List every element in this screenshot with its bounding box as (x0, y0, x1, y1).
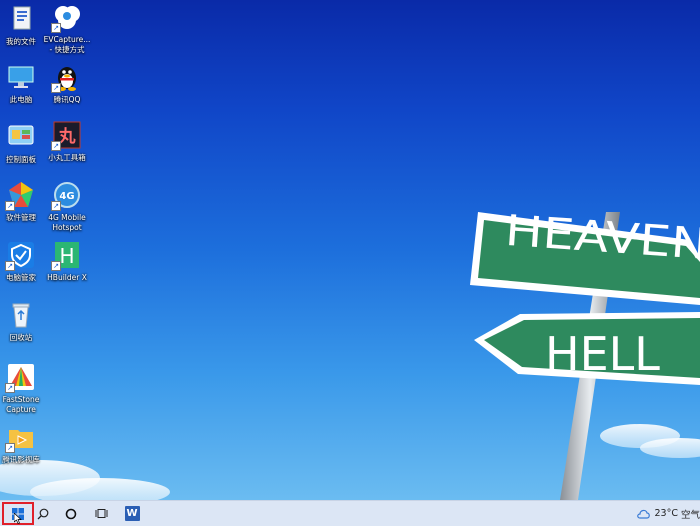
desktop-icon-hbuilderx[interactable]: H ↗ HBuilder X (38, 240, 96, 283)
shortcut-arrow-icon: ↗ (51, 141, 61, 151)
system-tray: 23°C 空气 (637, 501, 700, 526)
folder-document-icon (6, 4, 36, 34)
shortcut-arrow-icon: ↗ (5, 261, 15, 271)
video-folder-icon: ↗ (6, 422, 36, 452)
cortana-button[interactable] (60, 501, 82, 526)
weather-cloud-icon[interactable] (637, 508, 651, 520)
desktop[interactable]: HEAVEN HELL 我的文件 此电脑 控制面板 ↗ 软件管理 (0, 0, 700, 500)
desktop-icon-label: EVCapture... - 快捷方式 (38, 35, 96, 55)
desktop-icon-tencent-video[interactable]: ↗ 腾讯影视库 (0, 422, 50, 465)
desktop-icon-label: 腾讯QQ (38, 95, 96, 105)
shortcut-arrow-icon: ↗ (51, 23, 61, 33)
wallpaper: HEAVEN HELL (0, 0, 700, 500)
shortcut-arrow-icon: ↗ (51, 261, 61, 271)
shortcut-arrow-icon: ↗ (51, 83, 61, 93)
taskbar: W 23°C 空气 (0, 500, 700, 526)
desktop-icon-faststone[interactable]: ↗ FastStone Capture (0, 362, 50, 415)
mouse-cursor-icon (14, 513, 22, 524)
hbuilder-icon: H ↗ (52, 240, 82, 270)
svg-text:4G: 4G (59, 191, 74, 202)
faststone-icon: ↗ (6, 362, 36, 392)
shield-icon: ↗ (6, 240, 36, 270)
shortcut-arrow-icon: ↗ (51, 201, 61, 211)
heaven-sign: HEAVEN (470, 205, 700, 305)
shortcut-arrow-icon: ↗ (5, 201, 15, 211)
desktop-icon-label: 腾讯影视库 (0, 455, 50, 465)
task-view-icon (95, 508, 108, 519)
desktop-icon-xiaowan-toolbox[interactable]: 丸 ↗ 小丸工具箱 (38, 120, 96, 163)
evcapture-icon: ↗ (52, 2, 82, 32)
desktop-icon-recycle-bin[interactable]: 回收站 (0, 300, 50, 343)
taskbar-word-button[interactable]: W (120, 501, 144, 526)
svg-text:H: H (59, 244, 74, 268)
control-panel-icon (6, 122, 36, 152)
search-button[interactable] (32, 501, 54, 526)
weather-text[interactable]: 空气 (681, 507, 700, 521)
software-manager-icon: ↗ (6, 180, 36, 210)
shortcut-arrow-icon: ↗ (5, 443, 15, 453)
hell-sign: HELL (474, 312, 700, 385)
desktop-icon-label: 回收站 (0, 333, 50, 343)
desktop-icon-evcapture[interactable]: ↗ EVCapture... - 快捷方式 (38, 2, 96, 55)
desktop-icon-label: FastStone Capture (0, 395, 50, 415)
task-view-button[interactable] (90, 501, 112, 526)
desktop-icon-label: 4G Mobile Hotspot (38, 213, 96, 233)
4g-hotspot-icon: 4G ↗ (52, 180, 82, 210)
weather-temp[interactable]: 23°C (655, 508, 678, 519)
search-icon (37, 508, 49, 520)
desktop-icon-tencent-qq[interactable]: ↗ 腾讯QQ (38, 62, 96, 105)
recycle-bin-icon (6, 300, 36, 330)
hell-sign-text: HELL (545, 327, 660, 381)
desktop-icon-label: 小丸工具箱 (38, 153, 96, 163)
word-icon: W (125, 506, 140, 521)
computer-icon (6, 62, 36, 92)
shortcut-arrow-icon: ↗ (5, 383, 15, 393)
desktop-icon-label: HBuilder X (38, 273, 96, 283)
start-button[interactable] (2, 501, 34, 526)
qq-penguin-icon: ↗ (52, 62, 82, 92)
desktop-icon-4g-hotspot[interactable]: 4G ↗ 4G Mobile Hotspot (38, 180, 96, 233)
xiaowan-icon: 丸 ↗ (52, 120, 82, 150)
cortana-circle-icon (65, 508, 77, 520)
